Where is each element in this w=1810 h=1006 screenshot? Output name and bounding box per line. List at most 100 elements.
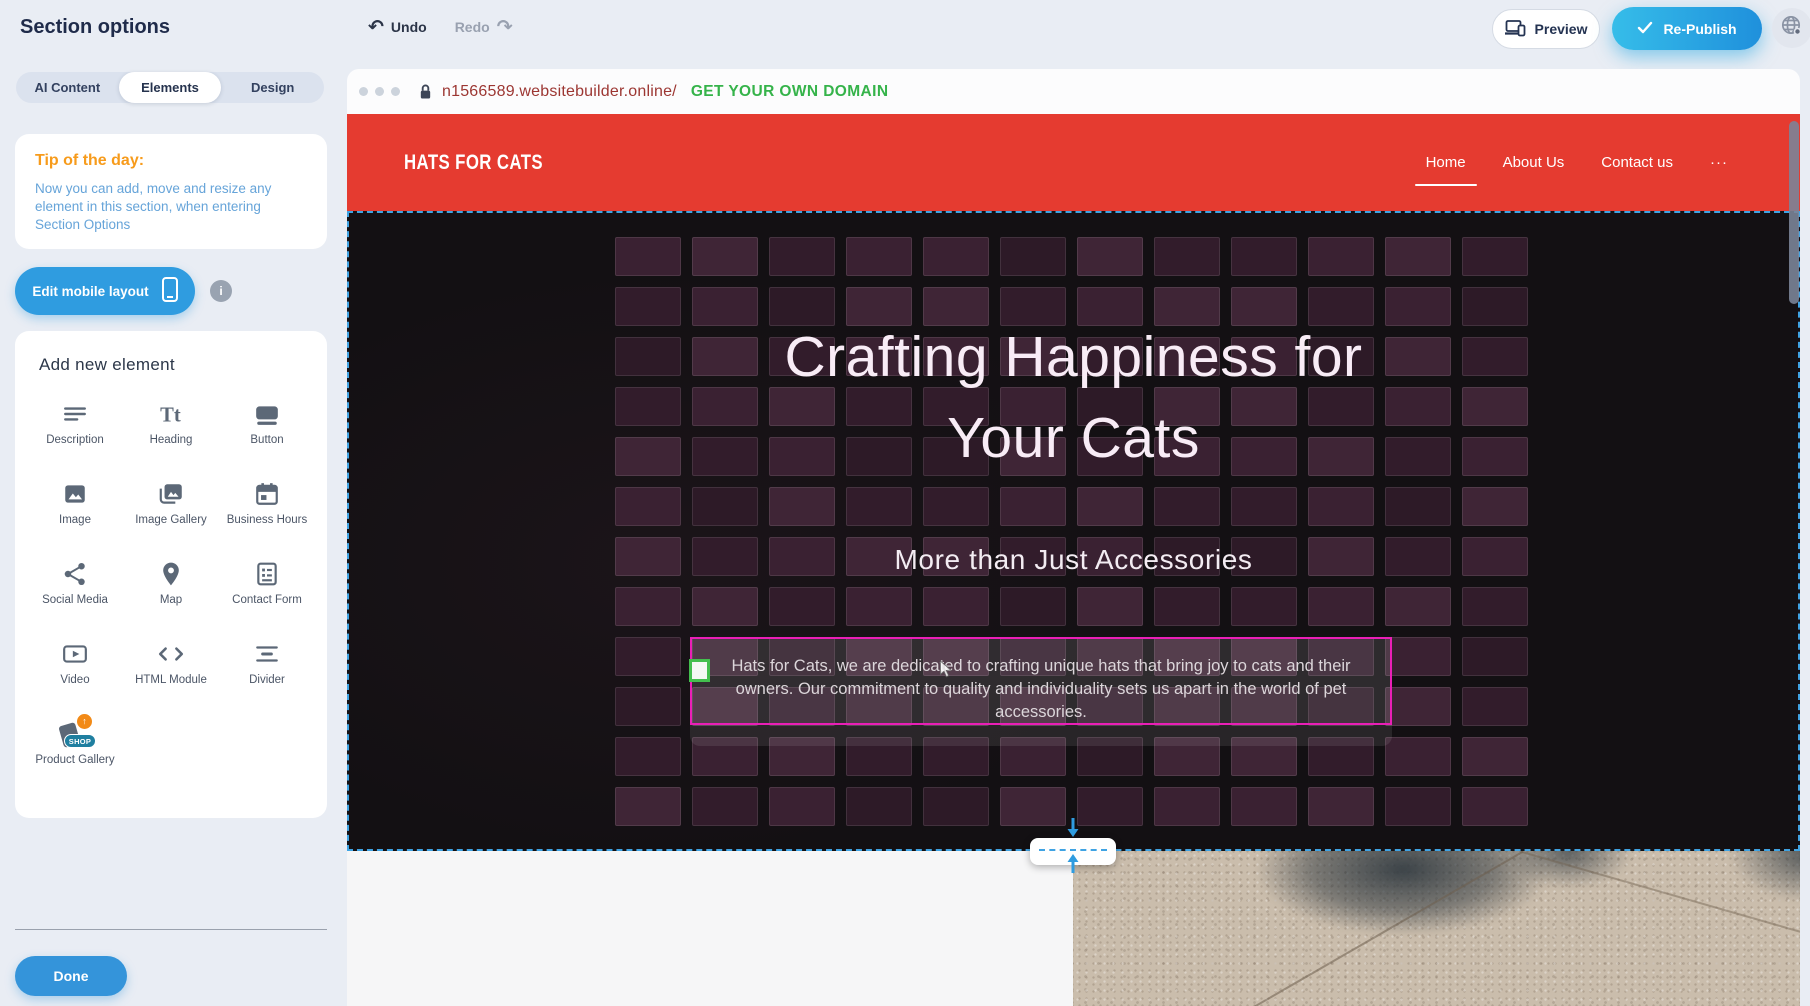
tab-ai-content[interactable]: AI Content bbox=[16, 72, 119, 103]
hero-tile bbox=[1308, 587, 1374, 626]
contact-form-icon bbox=[254, 559, 280, 589]
element-image[interactable]: Image bbox=[27, 471, 123, 551]
element-social-media[interactable]: Social Media bbox=[27, 551, 123, 631]
tab-design[interactable]: Design bbox=[221, 72, 324, 103]
product-gallery-icon: ↑ SHOP bbox=[57, 719, 93, 749]
preview-scrollbar-thumb[interactable] bbox=[1789, 121, 1799, 304]
republish-label: Re-Publish bbox=[1663, 21, 1736, 37]
sidebar-divider bbox=[15, 929, 327, 930]
site-canvas: HATS FOR CATS Home About Us Contact us ·… bbox=[347, 114, 1800, 1006]
lock-icon bbox=[418, 83, 433, 100]
hero-heading[interactable]: Crafting Happiness for Your Cats bbox=[349, 317, 1798, 479]
element-product-gallery[interactable]: ↑ SHOP Product Gallery bbox=[27, 711, 123, 791]
hero-tile bbox=[1077, 587, 1143, 626]
hero-tile bbox=[846, 787, 912, 826]
element-html-module[interactable]: HTML Module bbox=[123, 631, 219, 711]
hero-tile bbox=[1077, 787, 1143, 826]
hero-tile bbox=[1077, 487, 1143, 526]
hero-tile bbox=[615, 637, 681, 676]
hero-tile bbox=[615, 487, 681, 526]
description-icon bbox=[62, 399, 88, 429]
page-title: Section options bbox=[20, 16, 170, 39]
hero-tile bbox=[923, 237, 989, 276]
element-description[interactable]: Description bbox=[27, 391, 123, 471]
svg-text:Tt: Tt bbox=[160, 405, 181, 427]
element-image-gallery[interactable]: Image Gallery bbox=[123, 471, 219, 551]
drag-handle[interactable] bbox=[689, 659, 710, 682]
element-map[interactable]: Map bbox=[123, 551, 219, 631]
element-heading[interactable]: Tt Heading bbox=[123, 391, 219, 471]
nav-about-us[interactable]: About Us bbox=[1503, 154, 1565, 171]
hero-tile bbox=[769, 587, 835, 626]
window-dot bbox=[359, 87, 368, 96]
hero-tile bbox=[769, 237, 835, 276]
resize-arrow-up-icon bbox=[1065, 853, 1081, 873]
hero-tile bbox=[769, 787, 835, 826]
hero-section[interactable]: Crafting Happiness for Your Cats More th… bbox=[347, 211, 1800, 851]
globe-button[interactable] bbox=[1772, 8, 1810, 48]
site-header[interactable]: HATS FOR CATS Home About Us Contact us ·… bbox=[347, 114, 1800, 211]
element-video[interactable]: Video bbox=[27, 631, 123, 711]
done-button[interactable]: Done bbox=[15, 956, 127, 996]
phone-icon bbox=[162, 277, 178, 305]
hero-tile bbox=[1231, 587, 1297, 626]
hero-tile bbox=[769, 487, 835, 526]
redo-button[interactable]: Redo ↷ bbox=[455, 18, 513, 37]
hero-tile bbox=[615, 687, 681, 726]
hero-tile bbox=[615, 737, 681, 776]
hero-tile bbox=[1385, 787, 1451, 826]
sidebar-tabs: AI Content Elements Design bbox=[16, 72, 324, 103]
nav-home[interactable]: Home bbox=[1426, 154, 1466, 171]
hero-tile bbox=[1308, 237, 1374, 276]
hero-tile bbox=[1154, 587, 1220, 626]
undo-label: Undo bbox=[391, 19, 427, 35]
preview-button[interactable]: Preview bbox=[1492, 9, 1600, 49]
element-contact-form[interactable]: Contact Form bbox=[219, 551, 315, 631]
tip-title: Tip of the day: bbox=[35, 152, 307, 170]
edit-mobile-label: Edit mobile layout bbox=[32, 284, 148, 299]
image-icon bbox=[62, 479, 88, 509]
republish-button[interactable]: Re-Publish bbox=[1612, 7, 1762, 50]
hero-tile bbox=[1308, 487, 1374, 526]
hero-tile bbox=[615, 787, 681, 826]
hero-tile bbox=[1462, 787, 1528, 826]
next-section-background[interactable] bbox=[347, 851, 1073, 1006]
hero-tile bbox=[1462, 737, 1528, 776]
hero-tile bbox=[1077, 237, 1143, 276]
hero-tile bbox=[1000, 487, 1066, 526]
hero-tile bbox=[1000, 587, 1066, 626]
address-url: n1566589.websitebuilder.online/ bbox=[442, 83, 677, 101]
nav-more-icon[interactable]: ··· bbox=[1710, 154, 1728, 171]
edit-mobile-layout-button[interactable]: Edit mobile layout bbox=[15, 267, 195, 315]
element-divider[interactable]: Divider bbox=[219, 631, 315, 711]
tab-elements[interactable]: Elements bbox=[119, 72, 222, 103]
hero-tile bbox=[1385, 237, 1451, 276]
site-logo[interactable]: HATS FOR CATS bbox=[404, 151, 543, 175]
site-nav: Home About Us Contact us ··· bbox=[1426, 114, 1728, 211]
element-button[interactable]: Button bbox=[219, 391, 315, 471]
hero-tile bbox=[846, 237, 912, 276]
video-icon bbox=[62, 639, 88, 669]
hero-tile bbox=[1154, 787, 1220, 826]
hero-tile bbox=[1462, 637, 1528, 676]
hero-tile bbox=[1000, 237, 1066, 276]
hero-subheading[interactable]: More than Just Accessories bbox=[349, 544, 1798, 576]
redo-icon: ↷ bbox=[497, 18, 513, 37]
redo-label: Redo bbox=[455, 19, 490, 35]
selected-text-element[interactable]: Hats for Cats, we are dedicated to craft… bbox=[690, 637, 1392, 725]
floor-shadow bbox=[1503, 851, 1633, 889]
get-domain-link[interactable]: GET YOUR OWN DOMAIN bbox=[691, 83, 889, 101]
hero-tile bbox=[692, 587, 758, 626]
undo-redo-group: ↶ Undo Redo ↷ bbox=[368, 14, 513, 40]
resize-arrow-down-icon bbox=[1065, 818, 1081, 838]
undo-button[interactable]: ↶ Undo bbox=[368, 18, 427, 37]
floor-image-section[interactable] bbox=[1073, 851, 1800, 1006]
window-dots bbox=[359, 87, 400, 96]
hero-tile bbox=[1385, 637, 1451, 676]
nav-contact-us[interactable]: Contact us bbox=[1601, 154, 1673, 171]
tip-card: Tip of the day: Now you can add, move an… bbox=[15, 134, 327, 249]
window-dot bbox=[391, 87, 400, 96]
info-icon[interactable]: i bbox=[210, 280, 232, 302]
hero-tile bbox=[923, 787, 989, 826]
element-business-hours[interactable]: Business Hours bbox=[219, 471, 315, 551]
